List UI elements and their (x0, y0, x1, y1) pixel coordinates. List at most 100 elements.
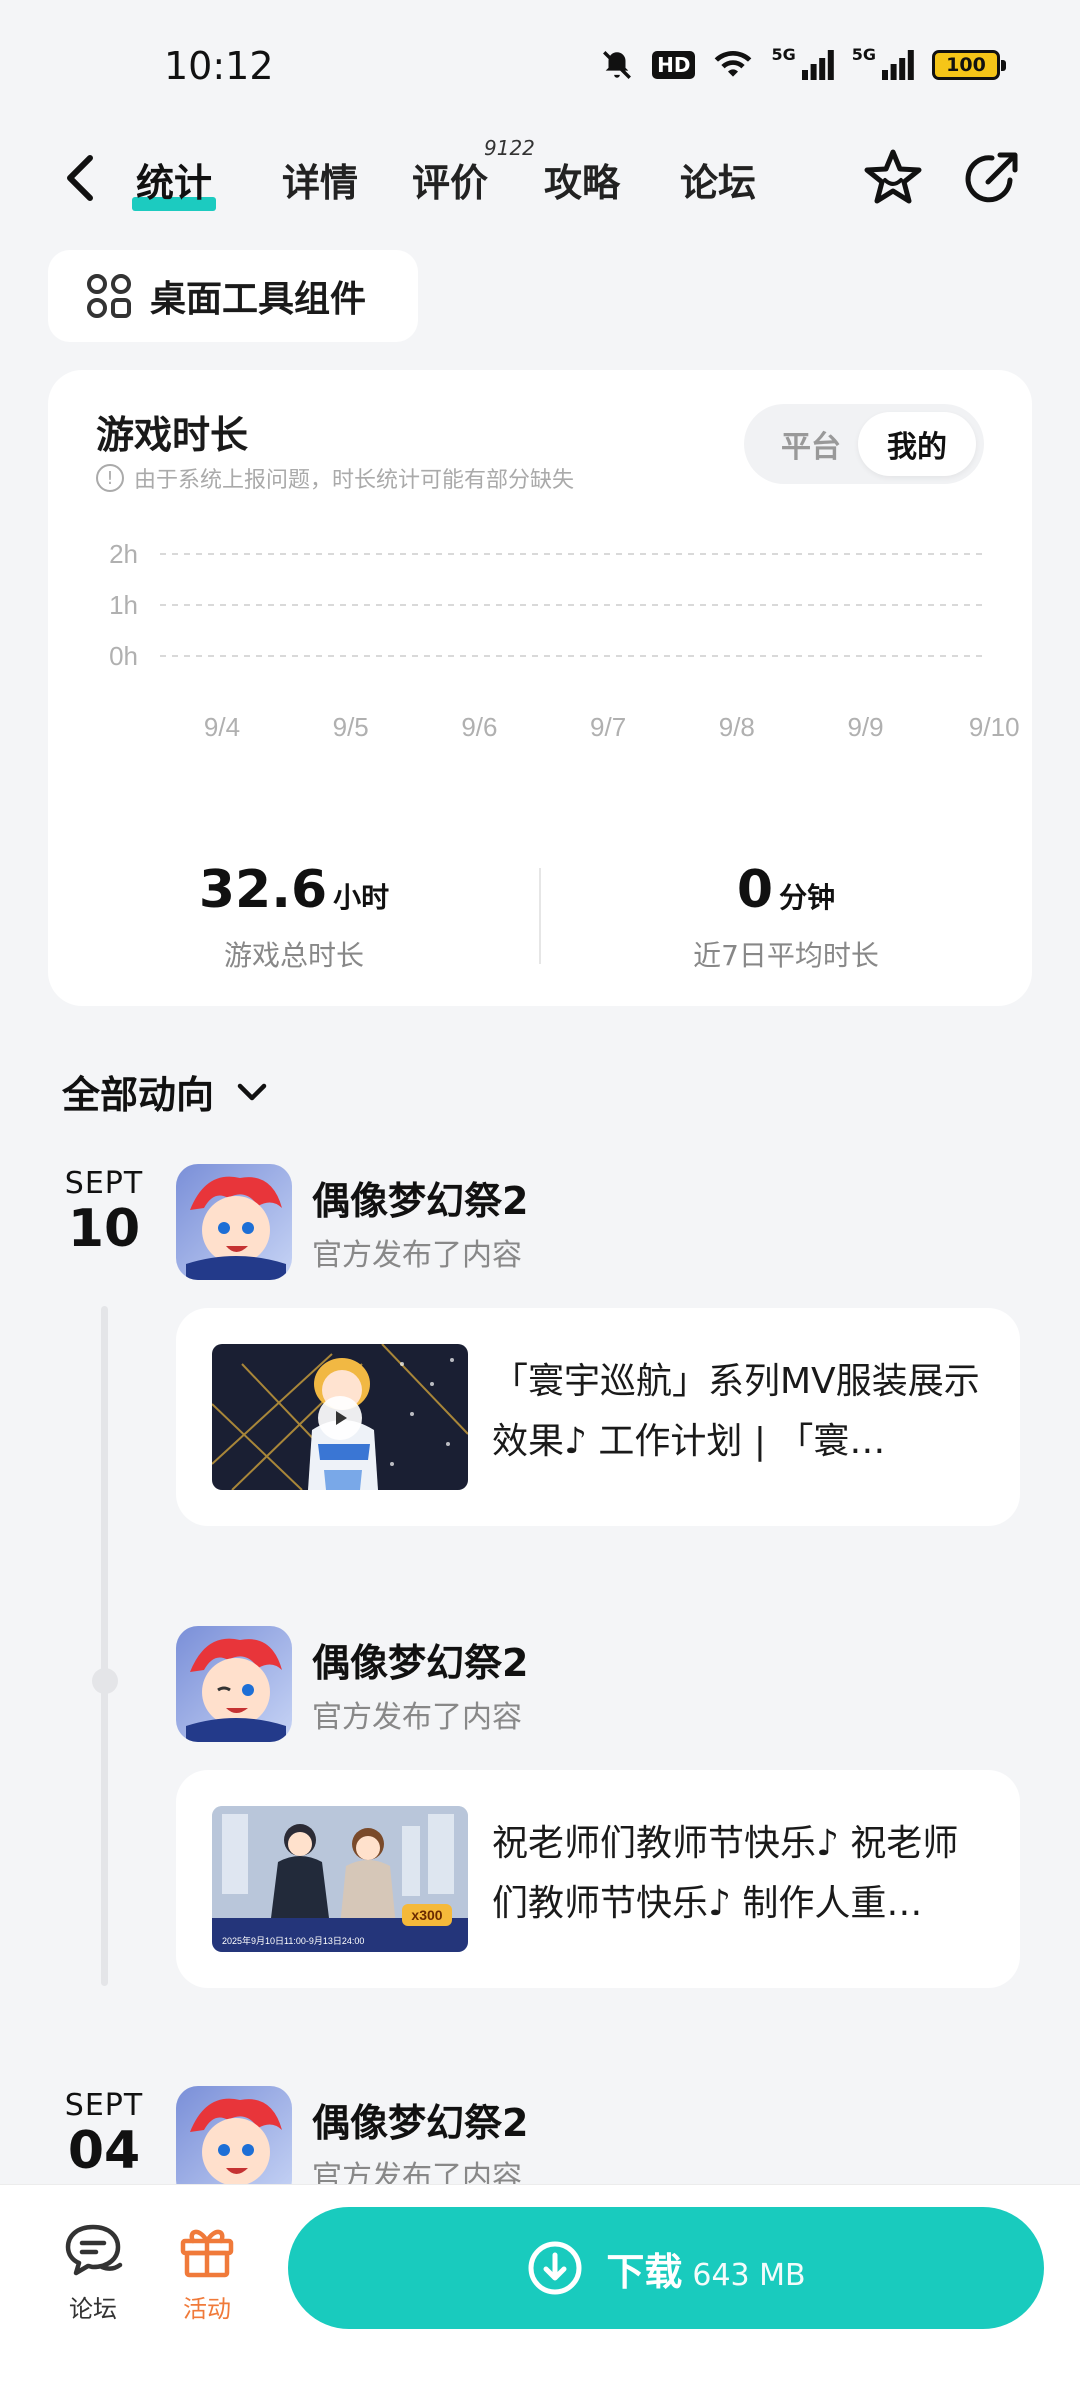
desktop-widget-button[interactable]: 桌面工具组件 (48, 250, 418, 342)
share-button[interactable] (958, 146, 1024, 212)
bottom-events-label: 活动 (183, 2295, 231, 2323)
playtime-chart: 2h 1h 0h 9/4 9/5 9/6 9/7 9/8 9/9 9/10 (109, 540, 1020, 742)
tab-guides[interactable]: 攻略 (544, 152, 620, 207)
favorite-button[interactable] (860, 146, 926, 212)
desktop-widget-label: 桌面工具组件 (150, 279, 367, 320)
widget-grid-icon (87, 274, 131, 318)
bottom-events-button[interactable]: 活动 (162, 2221, 252, 2324)
toggle-mine[interactable]: 我的 (858, 412, 976, 476)
total-playtime-label: 游戏总时长 (223, 939, 364, 972)
timeline-line (101, 1306, 108, 1986)
date-month: SEPT (64, 1166, 144, 1201)
gift-icon (180, 2229, 234, 2278)
playtime-title: 游戏时长 (96, 413, 249, 457)
chevron-left-icon (67, 155, 93, 201)
mute-bell-icon (600, 48, 634, 82)
hd-badge: HD (652, 51, 696, 79)
tab-reviews[interactable]: 评价 (412, 152, 488, 207)
total-playtime-value: 32.6 (198, 860, 328, 920)
status-icons: HD 5G 5G 100 (600, 45, 1006, 82)
chart-x-tick: 9/10 (969, 712, 1020, 742)
review-count: 9122 (484, 136, 535, 160)
download-button[interactable]: 下载 643 MB (288, 2207, 1044, 2329)
game-avatar[interactable] (176, 1164, 292, 1280)
tab-details[interactable]: 详情 (282, 152, 358, 207)
playtime-card: 游戏时长 ! 由于系统上报问题，时长统计可能有部分缺失 平台 我的 2h 1h 0h… (48, 370, 1032, 1006)
status-bar: 10:12 HD 5G 5G 100 (0, 0, 1080, 135)
feed-filter[interactable]: 全部动向 (62, 1064, 272, 1119)
playtime-summary: 32.6 小时 游戏总时长 0 分钟 近7日平均时长 (48, 860, 1032, 980)
chart-x-tick: 9/8 (719, 712, 755, 742)
date-day: 04 (67, 2121, 141, 2181)
timeline-dot (92, 1668, 118, 1694)
post-subtitle: 官方发布了内容 (312, 1238, 522, 1273)
tab-stats[interactable]: 统计 (132, 152, 217, 211)
post-header[interactable]: 偶像梦幻祭2 官方发布了内容 (176, 1626, 976, 1742)
chart-x-tick: 9/7 (590, 712, 626, 742)
star-face-icon (864, 149, 922, 204)
post-header[interactable]: 偶像梦幻祭2 官方发布了内容 (176, 1164, 976, 1280)
post-video-thumbnail[interactable] (212, 1344, 468, 1490)
tab-details-label: 详情 (282, 161, 359, 205)
tab-reviews-label: 评价 (412, 161, 489, 205)
download-size: 643 MB (692, 2257, 806, 2293)
thumb-caption: 2025年9月10日11:00-9月13日24:00 (222, 1935, 364, 1946)
playtime-notice: ! 由于系统上报问题，时长统计可能有部分缺失 (96, 462, 574, 494)
share-icon (965, 152, 1018, 203)
post-card[interactable]: 「寰宇巡航」系列MV服装展示效果♪ 工作计划 | 「寰… (176, 1308, 1020, 1526)
battery-icon: 100 (932, 50, 1006, 80)
chart-y-tick: 1h (109, 590, 138, 620)
chat-bubble-icon (65, 2224, 123, 2276)
info-icon: ! (96, 464, 124, 492)
status-time: 10:12 (164, 44, 274, 88)
chevron-down-icon (237, 1083, 267, 1100)
feed-filter-label: 全部动向 (62, 1073, 215, 1117)
thumb-badge: x300 (411, 1907, 442, 1923)
post-author-name: 偶像梦幻祭2 (312, 1641, 529, 1685)
tab-forum-label: 论坛 (680, 161, 757, 205)
avg-playtime-unit: 分钟 (779, 881, 836, 914)
back-button[interactable] (56, 150, 106, 206)
post-text: 祝老师们教师节快乐♪ 祝老师们教师节快乐♪ 制作人重… (492, 1823, 959, 1924)
date-marker: SEPT 10 (60, 1166, 148, 1258)
battery-level: 100 (946, 54, 986, 76)
tab-forum[interactable]: 论坛 (680, 152, 756, 207)
tab-stats-label: 统计 (136, 161, 213, 205)
avg-playtime-label: 近7日平均时长 (693, 939, 879, 972)
chart-y-tick: 2h (109, 540, 138, 569)
date-month: SEPT (64, 2088, 144, 2123)
chart-x-tick: 9/9 (847, 712, 883, 742)
scope-toggle: 平台 我的 (744, 404, 984, 484)
net-label-2: 5G (851, 45, 876, 64)
post-subtitle: 官方发布了内容 (312, 1700, 522, 1735)
bottom-action-bar: 论坛 活动 下载 643 MB (0, 2184, 1080, 2400)
signal-icon (801, 50, 834, 80)
total-playtime: 32.6 小时 游戏总时长 (48, 860, 540, 974)
chart-y-tick: 0h (109, 641, 138, 671)
post-author-name: 偶像梦幻祭2 (312, 2101, 529, 2145)
download-label: 下载 (606, 2249, 683, 2294)
total-playtime-unit: 小时 (333, 881, 390, 914)
toggle-platform[interactable]: 平台 (752, 412, 870, 476)
wifi-icon (713, 49, 753, 81)
post-image-thumbnail[interactable]: x300 2025年9月10日11:00-9月13日24:00 (212, 1806, 468, 1952)
avg-playtime: 0 分钟 近7日平均时长 (540, 860, 1032, 974)
download-icon (528, 2241, 582, 2295)
top-nav: 统计 详情 评价 9122 攻略 论坛 (0, 130, 1080, 230)
game-avatar[interactable] (176, 1626, 292, 1742)
avg-playtime-value: 0 (736, 860, 774, 920)
post-card[interactable]: x300 2025年9月10日11:00-9月13日24:00 祝老师们教师节快乐… (176, 1770, 1020, 1988)
chart-x-tick: 9/6 (461, 712, 497, 742)
date-day: 10 (67, 1199, 141, 1259)
notice-text: 由于系统上报问题，时长统计可能有部分缺失 (134, 468, 575, 493)
net-label-1: 5G (771, 45, 796, 64)
post-text: 「寰宇巡航」系列MV服装展示效果♪ 工作计划 | 「寰… (492, 1361, 980, 1462)
bottom-forum-button[interactable]: 论坛 (48, 2221, 138, 2324)
play-icon[interactable] (318, 1396, 362, 1440)
bottom-forum-label: 论坛 (69, 2295, 117, 2323)
chart-x-tick: 9/4 (204, 712, 240, 742)
date-marker: SEPT 04 (60, 2088, 148, 2180)
tab-guides-label: 攻略 (544, 161, 621, 205)
chart-x-tick: 9/5 (333, 712, 369, 742)
post-author-name: 偶像梦幻祭2 (312, 1179, 529, 1223)
